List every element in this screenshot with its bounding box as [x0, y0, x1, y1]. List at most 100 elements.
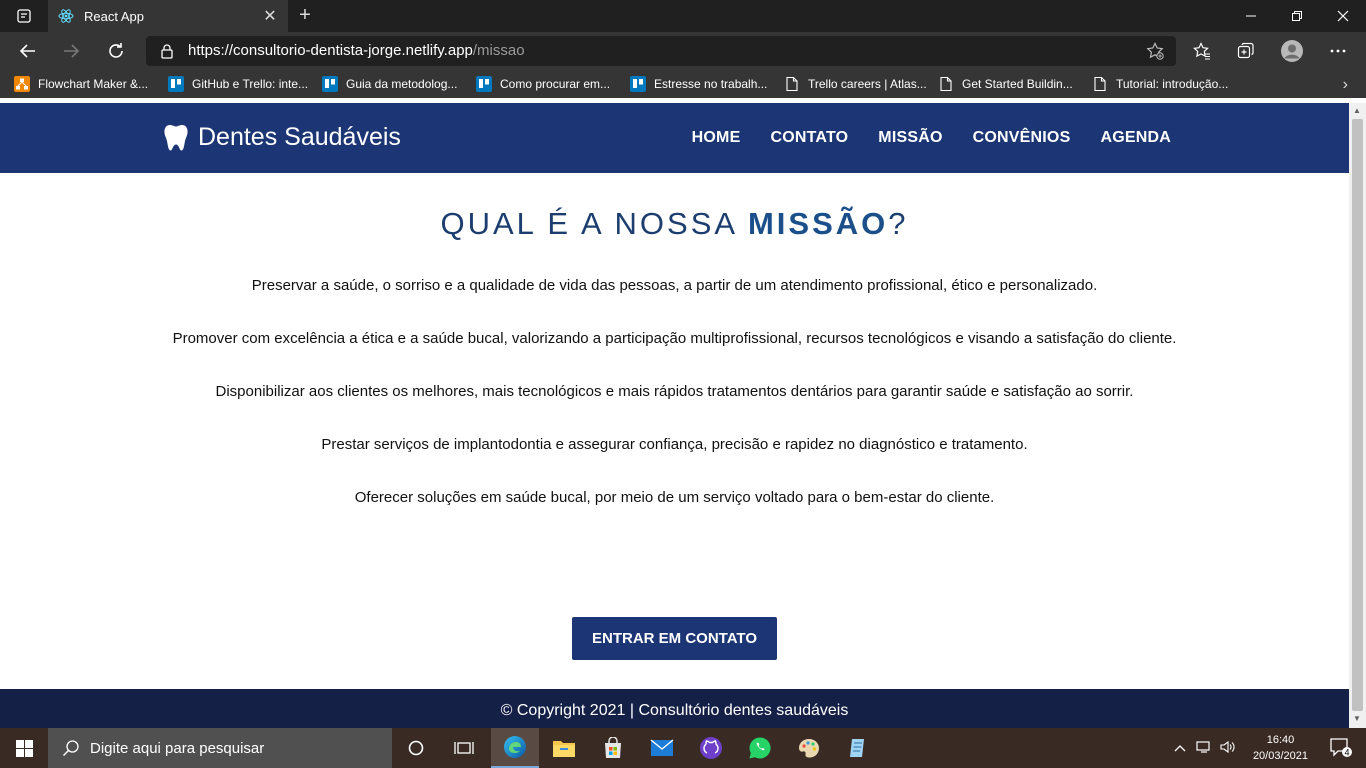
- site-footer: © Copyright 2021 | Consultório dentes sa…: [0, 689, 1349, 728]
- nav-missao[interactable]: MISSÃO: [878, 129, 942, 147]
- paint-icon[interactable]: [785, 728, 833, 768]
- lock-icon[interactable]: [160, 43, 174, 64]
- scroll-down-icon[interactable]: ▼: [1353, 714, 1361, 723]
- refresh-icon[interactable]: [100, 36, 132, 66]
- edge-taskbar-icon[interactable]: [491, 728, 539, 768]
- bookmark-label: GitHub e Trello: inte...: [192, 77, 309, 91]
- file-explorer-icon[interactable]: [540, 728, 588, 768]
- page-title: QUAL É A NOSSA MISSÃO?: [0, 206, 1349, 242]
- scroll-up-icon[interactable]: ▲: [1353, 106, 1361, 115]
- whatsapp-icon[interactable]: [736, 728, 784, 768]
- page-icon: [786, 76, 798, 92]
- scrollbar-thumb[interactable]: [1352, 119, 1363, 711]
- close-tab-icon[interactable]: ✕: [262, 8, 278, 25]
- brand-name: Dentes Saudáveis: [198, 123, 401, 151]
- tooth-icon: [164, 124, 188, 150]
- page-icon: [940, 76, 952, 92]
- trello-icon: [322, 76, 338, 92]
- bookmark-item[interactable]: Guia da metodolog...: [322, 75, 457, 93]
- page-scrollbar[interactable]: ▲ ▼: [1349, 103, 1366, 728]
- minimize-icon[interactable]: [1228, 0, 1274, 32]
- system-clock[interactable]: 16:40 20/03/2021: [1253, 732, 1308, 764]
- bookmark-label: Estresse no trabalh...: [654, 77, 768, 91]
- task-view-icon[interactable]: [440, 728, 488, 768]
- bookmarks-bar: Flowchart Maker &... GitHub e Trello: in…: [0, 70, 1366, 98]
- contact-button[interactable]: ENTRAR EM CONTATO: [572, 617, 777, 660]
- url-path: /missao: [472, 42, 525, 59]
- network-icon[interactable]: [1196, 740, 1212, 757]
- mission-statement: Disponibilizar aos clientes os melhores,…: [215, 383, 1134, 400]
- system-tray: [1174, 728, 1236, 768]
- bookmark-item[interactable]: Como procurar em...: [476, 75, 610, 93]
- notifications-icon[interactable]: 4: [1330, 738, 1352, 763]
- microsoft-store-icon[interactable]: [589, 728, 637, 768]
- notification-count: 4: [1344, 748, 1349, 758]
- address-bar[interactable]: https://consultorio-dentista-jorge.netli…: [146, 36, 1176, 66]
- url-main: https://consultorio-dentista-jorge.netli…: [188, 42, 473, 59]
- browser-tab[interactable]: React App ✕: [48, 0, 288, 32]
- nav-convenios[interactable]: CONVÊNIOS: [973, 129, 1071, 147]
- back-icon[interactable]: [12, 36, 44, 66]
- trello-icon: [630, 76, 646, 92]
- mission-statement: Oferecer soluções em saúde bucal, por me…: [354, 489, 995, 506]
- chevron-up-icon[interactable]: [1174, 741, 1186, 755]
- more-options-icon[interactable]: [1322, 36, 1354, 66]
- add-favorite-icon[interactable]: [1146, 42, 1164, 65]
- title-light: QUAL É A NOSSA: [440, 206, 737, 241]
- mission-statement: Promover com excelência a ética e a saúd…: [172, 330, 1177, 347]
- title-end: ?: [888, 206, 909, 241]
- favorites-icon[interactable]: [1186, 36, 1218, 66]
- bookmark-label: Get Started Buildin...: [962, 77, 1073, 91]
- trello-icon: [476, 76, 492, 92]
- nav-home[interactable]: HOME: [692, 129, 741, 147]
- react-icon: [58, 8, 74, 24]
- bookmark-item[interactable]: GitHub e Trello: inte...: [168, 75, 308, 93]
- bookmark-label: Como procurar em...: [500, 77, 611, 91]
- page-viewport: Dentes Saudáveis HOME CONTATO MISSÃO CON…: [0, 103, 1349, 728]
- bookmark-item[interactable]: Estresse no trabalh...: [630, 75, 767, 93]
- chevron-right-icon[interactable]: ›: [1343, 76, 1348, 94]
- bookmark-label: Flowchart Maker &...: [38, 77, 149, 91]
- close-window-icon[interactable]: [1320, 0, 1366, 32]
- url-text: https://consultorio-dentista-jorge.netli…: [188, 42, 525, 59]
- new-tab-icon[interactable]: +: [294, 5, 316, 27]
- windows-start-icon[interactable]: [0, 728, 48, 768]
- taskbar-search[interactable]: Digite aqui para pesquisar: [48, 728, 392, 768]
- bookmark-label: Guia da metodolog...: [346, 77, 458, 91]
- collections-icon[interactable]: [1230, 36, 1262, 66]
- notes-app-icon[interactable]: [834, 728, 882, 768]
- bookmark-item[interactable]: Tutorial: introdução...: [1092, 75, 1228, 93]
- bookmark-item[interactable]: Get Started Buildin...: [938, 75, 1073, 93]
- profile-avatar-icon[interactable]: [1276, 36, 1308, 66]
- mission-statement: Preservar a saúde, o sorriso e a qualida…: [251, 277, 1098, 294]
- browser-tab-bar: React App ✕ +: [0, 0, 1366, 32]
- site-header: Dentes Saudáveis HOME CONTATO MISSÃO CON…: [0, 103, 1349, 173]
- bookmark-label: Trello careers | Atlas...: [808, 77, 927, 91]
- search-icon: [62, 740, 79, 757]
- page-icon: [1094, 76, 1106, 92]
- restore-icon[interactable]: [1274, 0, 1320, 32]
- nav-agenda[interactable]: AGENDA: [1100, 129, 1171, 147]
- bookmark-label: Tutorial: introdução...: [1116, 77, 1229, 91]
- bookmark-item[interactable]: Trello careers | Atlas...: [784, 75, 927, 93]
- nav-contato[interactable]: CONTATO: [770, 129, 848, 147]
- mission-statement: Prestar serviços de implantodontia e ass…: [321, 436, 1028, 453]
- footer-copyright: © Copyright 2021 | Consultório dentes sa…: [500, 702, 849, 719]
- cortana-icon[interactable]: [392, 728, 440, 768]
- tab-actions-icon[interactable]: [0, 0, 48, 32]
- github-desktop-icon[interactable]: [687, 728, 735, 768]
- windows-taskbar: Digite aqui para pesquisar 16:40 20/03/2…: [0, 728, 1366, 768]
- mail-icon[interactable]: [638, 728, 686, 768]
- search-placeholder: Digite aqui para pesquisar: [90, 739, 265, 757]
- site-brand[interactable]: Dentes Saudáveis: [164, 123, 401, 152]
- trello-icon: [168, 76, 184, 92]
- bookmark-item[interactable]: Flowchart Maker &...: [14, 75, 148, 93]
- volume-icon[interactable]: [1220, 740, 1236, 757]
- mission-statements: Preservar a saúde, o sorriso e a qualida…: [0, 277, 1349, 542]
- forward-icon[interactable]: [55, 36, 87, 66]
- main-nav: HOME CONTATO MISSÃO CONVÊNIOS AGENDA: [692, 129, 1171, 147]
- tab-title: React App: [84, 8, 144, 24]
- clock-time: 16:40: [1266, 734, 1295, 746]
- clock-date: 20/03/2021: [1252, 750, 1308, 762]
- title-bold: MISSÃO: [747, 206, 889, 241]
